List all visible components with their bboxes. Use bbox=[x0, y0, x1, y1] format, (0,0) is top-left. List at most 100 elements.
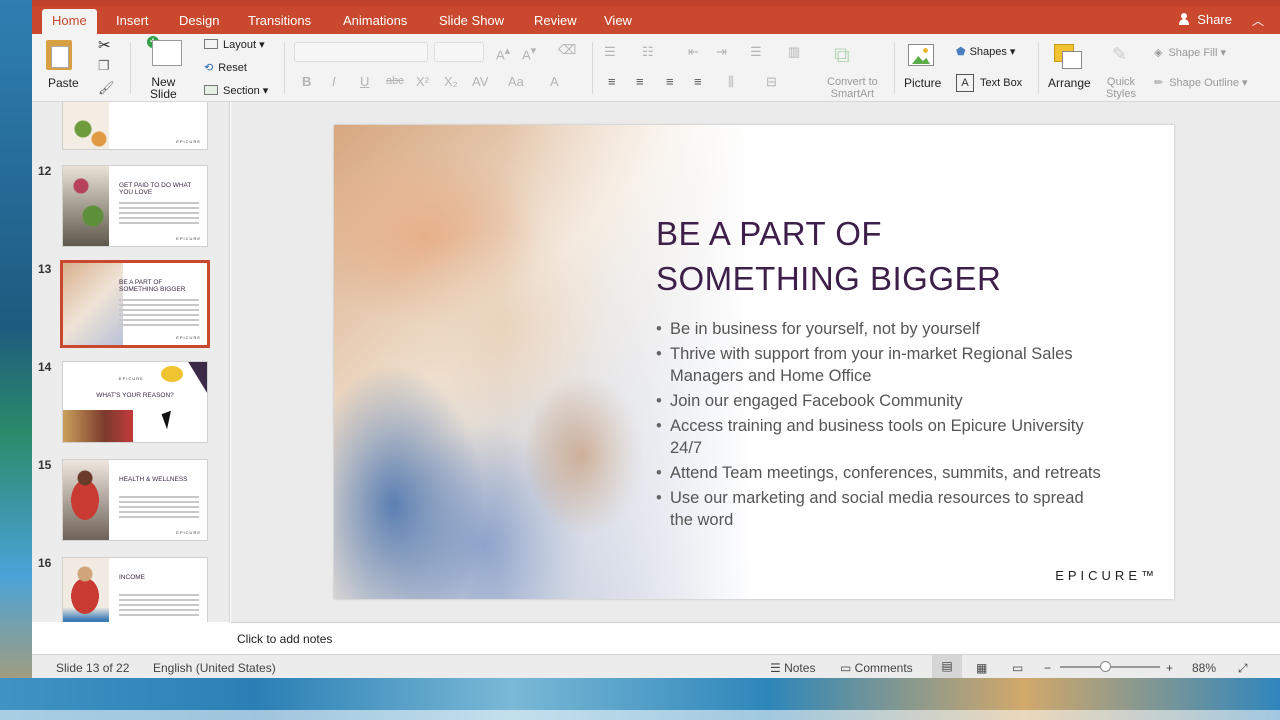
tab-insert[interactable]: Insert bbox=[106, 9, 159, 34]
slide-sorter-icon[interactable]: ▦ bbox=[976, 661, 987, 675]
quick-styles-button[interactable]: Quick Styles bbox=[1106, 76, 1136, 100]
justify-icon[interactable]: ≡ bbox=[694, 74, 702, 89]
bullet-item: Use our marketing and social media resou… bbox=[656, 487, 1106, 531]
line-spacing-icon[interactable]: ☰ bbox=[750, 44, 762, 60]
reset-button[interactable]: ⟲ Reset bbox=[204, 61, 247, 74]
zoom-slider-handle[interactable] bbox=[1100, 661, 1111, 672]
slide-canvas[interactable]: BE A PART OF SOMETHING BIGGER Be in busi… bbox=[334, 125, 1174, 599]
format-painter-icon[interactable]: 🖌 bbox=[98, 80, 115, 96]
thumbnail-text-lines bbox=[119, 202, 199, 227]
slide-title-line-2: SOMETHING BIGGER bbox=[656, 260, 1002, 297]
zoom-in-icon[interactable]: + bbox=[1166, 661, 1173, 675]
subscript-icon[interactable]: X₂ bbox=[444, 74, 458, 89]
slide-thumbnail-12[interactable]: GET PAID TO DO WHAT YOU LOVE EPICURE bbox=[62, 165, 208, 247]
arrange-button[interactable]: Arrange bbox=[1048, 76, 1091, 90]
thumbnail-brand: EPICURE bbox=[176, 236, 201, 241]
comments-toggle[interactable]: ▭ Comments bbox=[840, 661, 913, 675]
tab-slide-show[interactable]: Slide Show bbox=[429, 9, 514, 34]
font-size-dropdown[interactable] bbox=[434, 42, 484, 62]
paste-button[interactable]: Paste bbox=[48, 76, 79, 90]
reading-view-icon[interactable]: ▭ bbox=[1012, 661, 1023, 675]
slide-number: 14 bbox=[38, 360, 52, 374]
arrange-icon[interactable] bbox=[1054, 44, 1082, 69]
fit-to-window-icon[interactable]: ⤢ bbox=[1238, 661, 1248, 676]
bullets-icon[interactable]: ☰ bbox=[604, 44, 616, 60]
text-box-icon[interactable]: A bbox=[956, 74, 974, 92]
tab-review[interactable]: Review bbox=[524, 9, 587, 34]
tab-view[interactable]: View bbox=[594, 9, 642, 34]
convert-smartart-button[interactable]: Convert to SmartArt bbox=[827, 76, 878, 100]
font-color-icon[interactable]: A bbox=[550, 74, 559, 89]
new-slide-icon[interactable] bbox=[152, 40, 182, 66]
language-indicator[interactable]: English (United States) bbox=[153, 661, 276, 675]
normal-view-icon[interactable]: ▤ bbox=[932, 655, 962, 678]
text-direction-icon[interactable]: ⫼ bbox=[728, 74, 734, 90]
clear-formatting-icon[interactable]: ⌫ bbox=[558, 42, 576, 58]
dock bbox=[0, 710, 1280, 720]
cut-icon[interactable]: ✂ bbox=[98, 36, 111, 54]
tab-transitions[interactable]: Transitions bbox=[238, 9, 321, 34]
picture-icon[interactable] bbox=[908, 44, 934, 66]
underline-icon[interactable]: U bbox=[360, 74, 369, 89]
shape-outline-label: Shape Outline bbox=[1169, 77, 1239, 89]
increase-indent-icon[interactable]: ⇥ bbox=[716, 44, 727, 60]
font-family-dropdown[interactable] bbox=[294, 42, 428, 62]
strikethrough-icon[interactable]: abc bbox=[386, 75, 404, 87]
columns-icon[interactable]: ▥ bbox=[788, 44, 800, 60]
new-slide-button[interactable]: New Slide bbox=[150, 76, 177, 100]
align-right-icon[interactable]: ≡ bbox=[666, 74, 674, 89]
layout-label: Layout bbox=[223, 39, 257, 51]
decrease-font-size-icon[interactable]: A▾ bbox=[522, 44, 536, 62]
section-button[interactable]: Section ▾ bbox=[204, 84, 268, 97]
collapse-ribbon-icon[interactable]: ︿ bbox=[1252, 12, 1264, 29]
thumbnail-lemon-image bbox=[161, 366, 183, 382]
shapes-label: Shapes bbox=[969, 46, 1007, 58]
slide-thumbnail-16[interactable]: INCOME EPICURE bbox=[62, 557, 208, 622]
quick-styles-icon[interactable]: ✎ bbox=[1112, 44, 1127, 65]
notes-pane[interactable]: Click to add notes bbox=[231, 622, 1280, 654]
slide-thumbnail-13-selected[interactable]: BE A PART OF SOMETHING BIGGER EPICURE bbox=[60, 260, 210, 348]
align-center-icon[interactable]: ≡ bbox=[636, 74, 644, 89]
superscript-icon[interactable]: X² bbox=[416, 74, 429, 89]
layout-button[interactable]: Layout ▾ bbox=[204, 38, 265, 51]
tab-design[interactable]: Design bbox=[169, 9, 229, 34]
numbering-icon[interactable]: ☷ bbox=[642, 44, 654, 60]
zoom-out-icon[interactable]: − bbox=[1044, 661, 1051, 675]
slide-thumbnail-11[interactable]: EPICURE bbox=[62, 102, 208, 150]
thumbnail-title: GET PAID TO DO WHAT YOU LOVE bbox=[119, 182, 192, 196]
italic-icon[interactable]: I bbox=[332, 74, 336, 89]
zoom-level[interactable]: 88% bbox=[1192, 661, 1216, 675]
text-box-button[interactable]: Text Box bbox=[980, 77, 1022, 89]
paste-icon[interactable] bbox=[46, 40, 72, 70]
slide-thumbnail-15[interactable]: HEALTH & WELLNESS EPICURE bbox=[62, 459, 208, 541]
notes-icon: ☰ bbox=[770, 661, 785, 675]
slide-counter: Slide 13 of 22 bbox=[56, 661, 130, 675]
notes-toggle[interactable]: ☰ Notes bbox=[770, 661, 815, 675]
notes-placeholder[interactable]: Click to add notes bbox=[237, 632, 332, 646]
shape-outline-button[interactable]: ✏ Shape Outline ▾ bbox=[1154, 76, 1248, 89]
slide-thumbnail-14[interactable]: WHAT'S YOUR REASON? EPICURE bbox=[62, 361, 208, 443]
bullet-item: Attend Team meetings, conferences, summi… bbox=[656, 462, 1106, 484]
tab-home[interactable]: Home bbox=[42, 9, 97, 34]
increase-font-size-icon[interactable]: A▴ bbox=[496, 44, 510, 62]
character-spacing-icon[interactable]: AV bbox=[472, 74, 488, 89]
shape-fill-label: Shape Fill bbox=[1168, 47, 1218, 59]
copy-icon[interactable]: ❐ bbox=[98, 58, 110, 74]
shape-fill-button[interactable]: ◈ Shape Fill ▾ bbox=[1154, 46, 1226, 59]
slide-title[interactable]: BE A PART OF SOMETHING BIGGER bbox=[656, 211, 1136, 301]
smartart-icon[interactable]: ⧉ bbox=[834, 42, 850, 68]
align-left-icon[interactable]: ≡ bbox=[608, 74, 616, 89]
slide-bullet-list[interactable]: Be in business for yourself, not by your… bbox=[656, 318, 1106, 534]
bold-icon[interactable]: B bbox=[302, 74, 311, 89]
shapes-button[interactable]: ⬟ Shapes ▾ bbox=[956, 45, 1015, 58]
change-case-icon[interactable]: Aa bbox=[508, 74, 524, 89]
decrease-indent-icon[interactable]: ⇤ bbox=[688, 44, 699, 60]
reset-label: Reset bbox=[218, 62, 247, 74]
share-button[interactable]: Share bbox=[1179, 12, 1232, 27]
tab-animations[interactable]: Animations bbox=[333, 9, 417, 34]
picture-button[interactable]: Picture bbox=[904, 76, 941, 90]
thumbnail-title: HEALTH & WELLNESS bbox=[119, 476, 188, 483]
section-label: Section bbox=[223, 85, 260, 97]
align-text-icon[interactable]: ⊟ bbox=[766, 74, 777, 90]
thumbnail-image bbox=[63, 460, 109, 540]
